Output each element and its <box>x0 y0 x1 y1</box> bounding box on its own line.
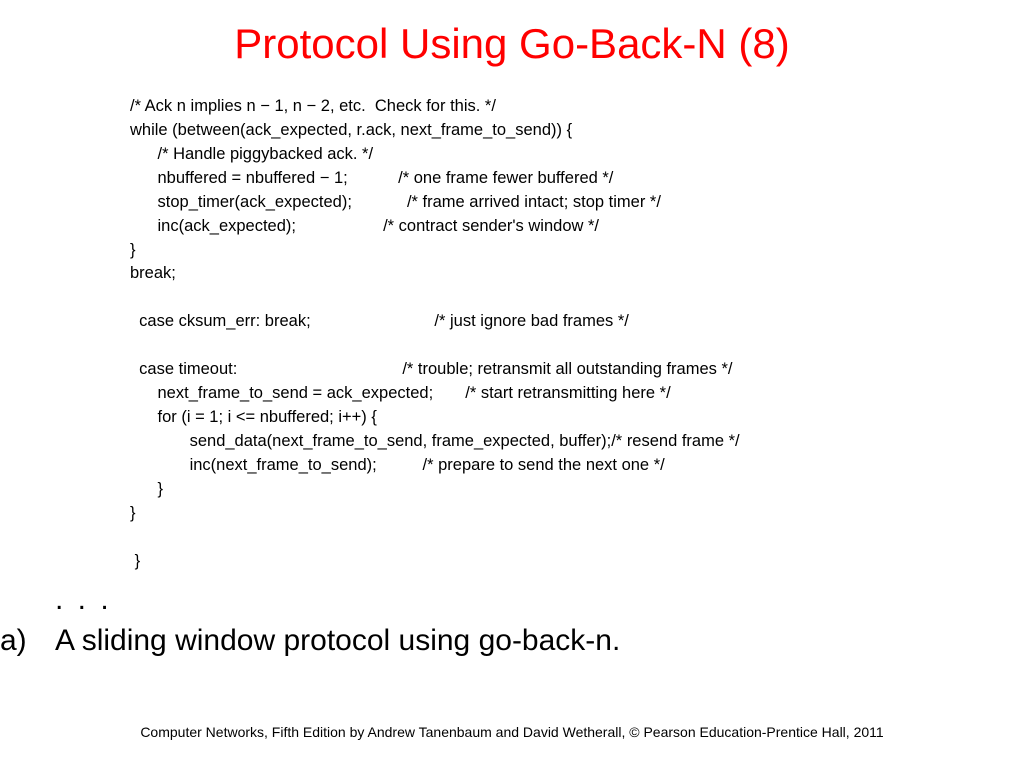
code-line: case cksum_err: break; /* just ignore ba… <box>139 312 629 330</box>
footer-citation: Computer Networks, Fifth Edition by Andr… <box>0 724 1024 740</box>
code-line: while (between(ack_expected, r.ack, next… <box>130 121 572 139</box>
code-line: case timeout: /* trouble; retransmit all… <box>139 360 732 378</box>
code-line: } <box>130 504 136 522</box>
code-line: next_frame_to_send = ack_expected; /* st… <box>130 384 671 402</box>
code-line: inc(next_frame_to_send); /* prepare to s… <box>130 456 665 474</box>
code-line: /* Handle piggybacked ack. */ <box>130 145 373 163</box>
ellipsis: . . . <box>55 583 112 617</box>
code-line: break; <box>130 264 176 282</box>
code-block: /* Ack n implies n − 1, n − 2, etc. Chec… <box>130 95 950 573</box>
code-line: } <box>130 241 136 259</box>
slide: Protocol Using Go-Back-N (8) /* Ack n im… <box>0 0 1024 768</box>
code-line: inc(ack_expected); /* contract sender's … <box>130 217 599 235</box>
code-line: send_data(next_frame_to_send, frame_expe… <box>130 432 740 450</box>
code-line: stop_timer(ack_expected); /* frame arriv… <box>130 193 661 211</box>
caption-label: a) <box>0 624 27 658</box>
code-line: for (i = 1; i <= nbuffered; i++) { <box>130 408 377 426</box>
code-line: /* Ack n implies n − 1, n − 2, etc. Chec… <box>130 97 496 115</box>
caption-body: A sliding window protocol using go-back-… <box>55 624 620 658</box>
slide-title: Protocol Using Go-Back-N (8) <box>0 20 1024 68</box>
code-line: } <box>130 480 163 498</box>
code-line: nbuffered = nbuffered − 1; /* one frame … <box>130 169 613 187</box>
code-line: } <box>135 552 141 570</box>
